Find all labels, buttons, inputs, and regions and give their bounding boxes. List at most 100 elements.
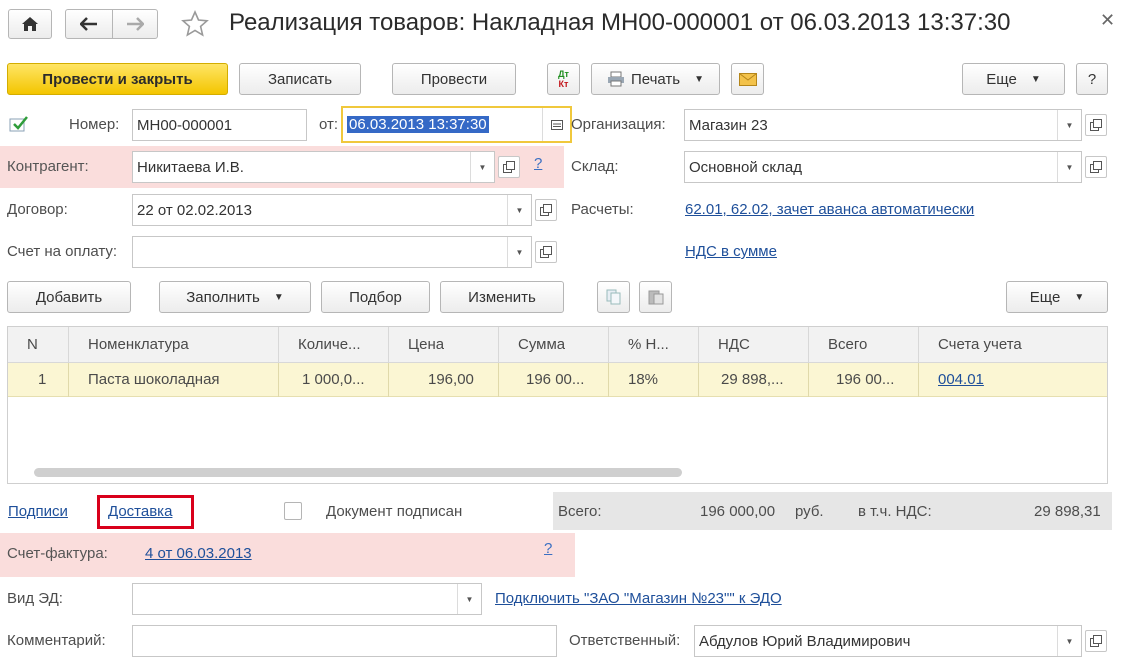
number-field[interactable]: МН00-000001 bbox=[132, 109, 307, 141]
totals-panel: Всего: 196 000,00 руб. в т.ч. НДС: 29 89… bbox=[553, 492, 1112, 530]
date-field[interactable]: 06.03.2013 13:37:30 bbox=[341, 106, 572, 143]
organization-field[interactable]: Магазин 23 ▼ bbox=[684, 109, 1082, 141]
table-more-button[interactable]: Еще ▼ bbox=[1006, 281, 1108, 313]
chevron-down-icon[interactable]: ▼ bbox=[507, 237, 531, 267]
write-button[interactable]: Записать bbox=[239, 63, 361, 95]
cell-total: 196 00... bbox=[836, 371, 895, 388]
column-header-item[interactable]: Номенклатура bbox=[88, 335, 189, 355]
table-row[interactable]: 1 Паста шоколадная 1 000,0... 196,00 196… bbox=[8, 363, 1107, 397]
more-label: Еще bbox=[986, 70, 1017, 88]
paste-rows-button[interactable] bbox=[639, 281, 672, 313]
help-button[interactable]: ? bbox=[1076, 63, 1108, 95]
chevron-down-icon[interactable]: ▼ bbox=[470, 152, 494, 182]
open-form-icon bbox=[1090, 161, 1102, 173]
open-contractor-button[interactable] bbox=[498, 156, 520, 178]
back-button[interactable] bbox=[65, 9, 113, 39]
chevron-down-icon[interactable]: ▼ bbox=[1057, 152, 1081, 182]
cell-accounts-link[interactable]: 004.01 bbox=[938, 370, 984, 390]
open-contract-button[interactable] bbox=[535, 199, 557, 221]
column-header-vat-rate[interactable]: % Н... bbox=[628, 335, 669, 355]
invoice-field[interactable]: ▼ bbox=[132, 236, 532, 268]
contract-field[interactable]: 22 от 02.02.2013 ▼ bbox=[132, 194, 532, 226]
dt-kt-button[interactable]: Дт Кт bbox=[547, 63, 580, 95]
posted-status-icon bbox=[9, 115, 29, 137]
open-form-icon bbox=[540, 246, 552, 258]
home-button[interactable] bbox=[8, 9, 52, 39]
total-label: Всего: bbox=[558, 503, 602, 520]
ed-type-label: Вид ЭД: bbox=[7, 590, 63, 607]
forward-button[interactable] bbox=[112, 9, 158, 39]
comment-label: Комментарий: bbox=[7, 632, 106, 649]
add-button[interactable]: Добавить bbox=[7, 281, 131, 313]
number-label: Номер: bbox=[69, 116, 120, 133]
open-form-icon bbox=[540, 204, 552, 216]
sf-label: Счет-фактура: bbox=[7, 545, 108, 562]
sf-help-icon[interactable]: ? bbox=[544, 540, 552, 557]
change-button[interactable]: Изменить bbox=[440, 281, 564, 313]
favorite-star-icon[interactable] bbox=[180, 9, 210, 39]
home-icon bbox=[22, 17, 38, 31]
contractor-help-icon[interactable]: ? bbox=[534, 155, 542, 172]
cell-price: 196,00 bbox=[428, 371, 474, 388]
open-warehouse-button[interactable] bbox=[1085, 156, 1107, 178]
chevron-down-icon[interactable]: ▼ bbox=[1057, 110, 1081, 140]
comment-field[interactable] bbox=[132, 625, 557, 657]
paste-icon bbox=[648, 290, 663, 305]
print-button[interactable]: Печать ▼ bbox=[591, 63, 720, 95]
arrow-left-icon bbox=[80, 17, 97, 31]
column-header-sum[interactable]: Сумма bbox=[518, 335, 565, 355]
column-header-n[interactable]: N bbox=[27, 335, 38, 355]
warehouse-label: Склад: bbox=[571, 158, 619, 175]
column-header-price[interactable]: Цена bbox=[408, 335, 444, 355]
warehouse-field[interactable]: Основной склад ▼ bbox=[684, 151, 1082, 183]
date-value: 06.03.2013 13:37:30 bbox=[347, 116, 489, 133]
dt-kt-icon: Дт Кт bbox=[558, 69, 569, 89]
open-form-icon bbox=[1090, 635, 1102, 647]
open-organization-button[interactable] bbox=[1085, 114, 1107, 136]
email-button[interactable] bbox=[731, 63, 764, 95]
connect-edo-link[interactable]: Подключить "ЗАО "Магазин №23"" к ЭДО bbox=[495, 589, 782, 609]
pick-button[interactable]: Подбор bbox=[321, 281, 430, 313]
cell-sum: 196 00... bbox=[526, 371, 585, 388]
signed-checkbox[interactable] bbox=[284, 502, 302, 520]
delivery-link[interactable]: Доставка bbox=[108, 502, 172, 522]
horizontal-scrollbar[interactable] bbox=[34, 468, 682, 477]
close-icon[interactable]: ✕ bbox=[1100, 10, 1115, 31]
vat-value: 29 898,31 bbox=[1034, 503, 1101, 520]
contractor-label: Контрагент: bbox=[7, 158, 89, 175]
column-header-total[interactable]: Всего bbox=[828, 335, 867, 355]
chevron-down-icon[interactable]: ▼ bbox=[457, 584, 481, 614]
column-header-accounts[interactable]: Счета учета bbox=[938, 335, 1022, 355]
open-form-icon bbox=[1090, 119, 1102, 131]
contractor-field[interactable]: Никитаева И.В. ▼ bbox=[132, 151, 495, 183]
printer-icon bbox=[607, 71, 624, 87]
ed-type-field[interactable]: ▼ bbox=[132, 583, 482, 615]
copy-rows-button[interactable] bbox=[597, 281, 630, 313]
chevron-down-icon: ▼ bbox=[1074, 291, 1085, 303]
fill-button[interactable]: Заполнить ▼ bbox=[159, 281, 311, 313]
post-button[interactable]: Провести bbox=[392, 63, 516, 95]
column-header-quantity[interactable]: Количе... bbox=[298, 335, 361, 355]
settlements-label: Расчеты: bbox=[571, 201, 634, 218]
more-button[interactable]: Еще ▼ bbox=[962, 63, 1065, 95]
arrow-right-icon bbox=[127, 17, 144, 31]
post-and-close-button[interactable]: Провести и закрыть bbox=[7, 63, 228, 95]
cell-n: 1 bbox=[38, 371, 47, 388]
signatures-link[interactable]: Подписи bbox=[8, 502, 68, 522]
column-header-vat[interactable]: НДС bbox=[718, 335, 750, 355]
vat-link[interactable]: НДС в сумме bbox=[685, 242, 777, 262]
invoice-label: Счет на оплату: bbox=[7, 243, 118, 260]
signed-label: Документ подписан bbox=[326, 503, 463, 520]
print-label: Печать bbox=[630, 70, 681, 88]
sf-link[interactable]: 4 от 06.03.2013 bbox=[145, 544, 252, 564]
chevron-down-icon: ▼ bbox=[694, 73, 705, 85]
fill-label: Заполнить bbox=[186, 288, 260, 306]
open-responsible-button[interactable] bbox=[1085, 630, 1107, 652]
settlements-link[interactable]: 62.01, 62.02, зачет аванса автоматически bbox=[685, 200, 974, 220]
chevron-down-icon[interactable]: ▼ bbox=[507, 195, 531, 225]
responsible-field[interactable]: Абдулов Юрий Владимирович ▼ bbox=[694, 625, 1082, 657]
chevron-down-icon[interactable]: ▼ bbox=[1057, 626, 1081, 656]
calendar-icon[interactable] bbox=[542, 108, 570, 141]
open-invoice-button[interactable] bbox=[535, 241, 557, 263]
cell-vat: 29 898,... bbox=[721, 371, 784, 388]
